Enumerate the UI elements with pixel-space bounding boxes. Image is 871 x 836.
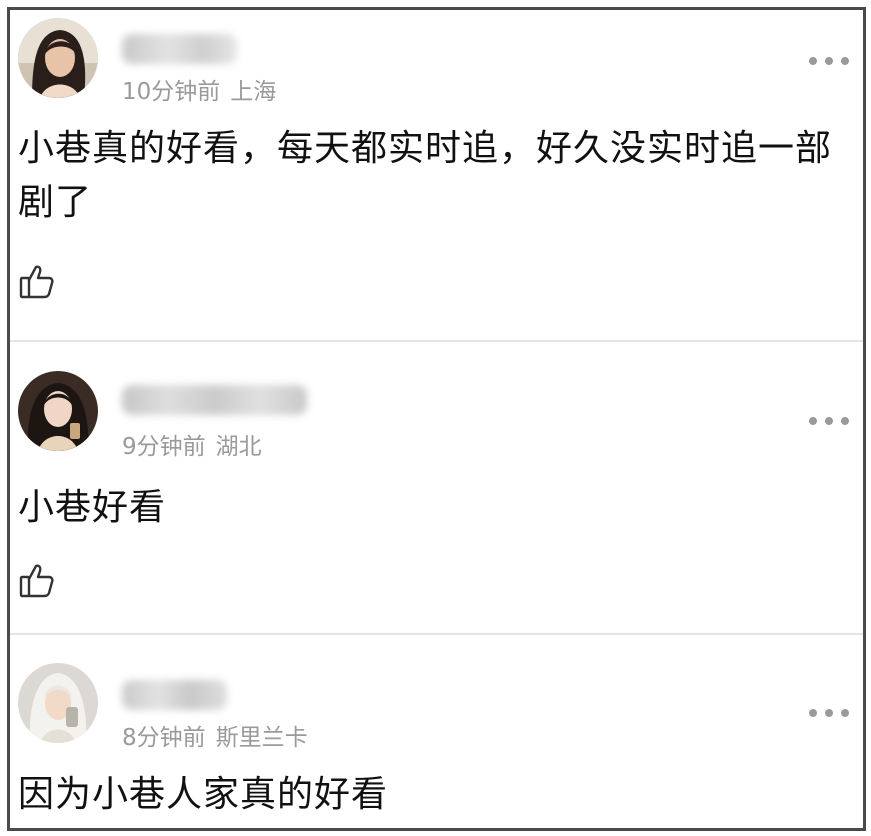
comment-meta: 8分钟前 斯里兰卡 (122, 718, 308, 752)
comment-time: 8分钟前 (122, 725, 206, 751)
comment-text: 小巷好看 (18, 487, 167, 528)
more-dots-icon[interactable] (809, 416, 849, 426)
comment-location: 湖北 (215, 434, 262, 460)
divider (10, 633, 863, 635)
comment-meta: 10分钟前 上海 (122, 72, 276, 106)
thumbs-up-icon[interactable] (18, 262, 56, 300)
thumbs-up-icon[interactable] (18, 561, 56, 599)
username-redacted (122, 680, 227, 710)
comment-time: 9分钟前 (122, 434, 206, 460)
more-dots-icon[interactable] (809, 56, 849, 66)
more-dots-icon[interactable] (809, 708, 849, 718)
username-redacted (122, 34, 237, 64)
comment-location: 斯里兰卡 (215, 725, 308, 751)
comment-location: 上海 (230, 79, 277, 105)
comment-list: 10分钟前 上海 小巷真的好看，每天都实时追，好久没实时追一部剧了 9分钟前 湖… (7, 7, 866, 831)
divider (10, 340, 863, 342)
comment-meta: 9分钟前 湖北 (122, 427, 262, 461)
comment-item: 8分钟前 斯里兰卡 因为小巷人家真的好看 (10, 636, 863, 828)
user-avatar[interactable] (18, 663, 98, 743)
username-redacted (122, 385, 307, 415)
user-avatar[interactable] (18, 18, 98, 98)
comment-text: 小巷真的好看，每天都实时追，好久没实时追一部剧了 (18, 128, 833, 223)
user-avatar[interactable] (18, 371, 98, 451)
comment-time: 10分钟前 (122, 79, 221, 105)
comment-item: 10分钟前 上海 小巷真的好看，每天都实时追，好久没实时追一部剧了 (10, 10, 863, 340)
comment-text: 因为小巷人家真的好看 (18, 774, 389, 815)
comment-item: 9分钟前 湖北 小巷好看 (10, 343, 863, 631)
